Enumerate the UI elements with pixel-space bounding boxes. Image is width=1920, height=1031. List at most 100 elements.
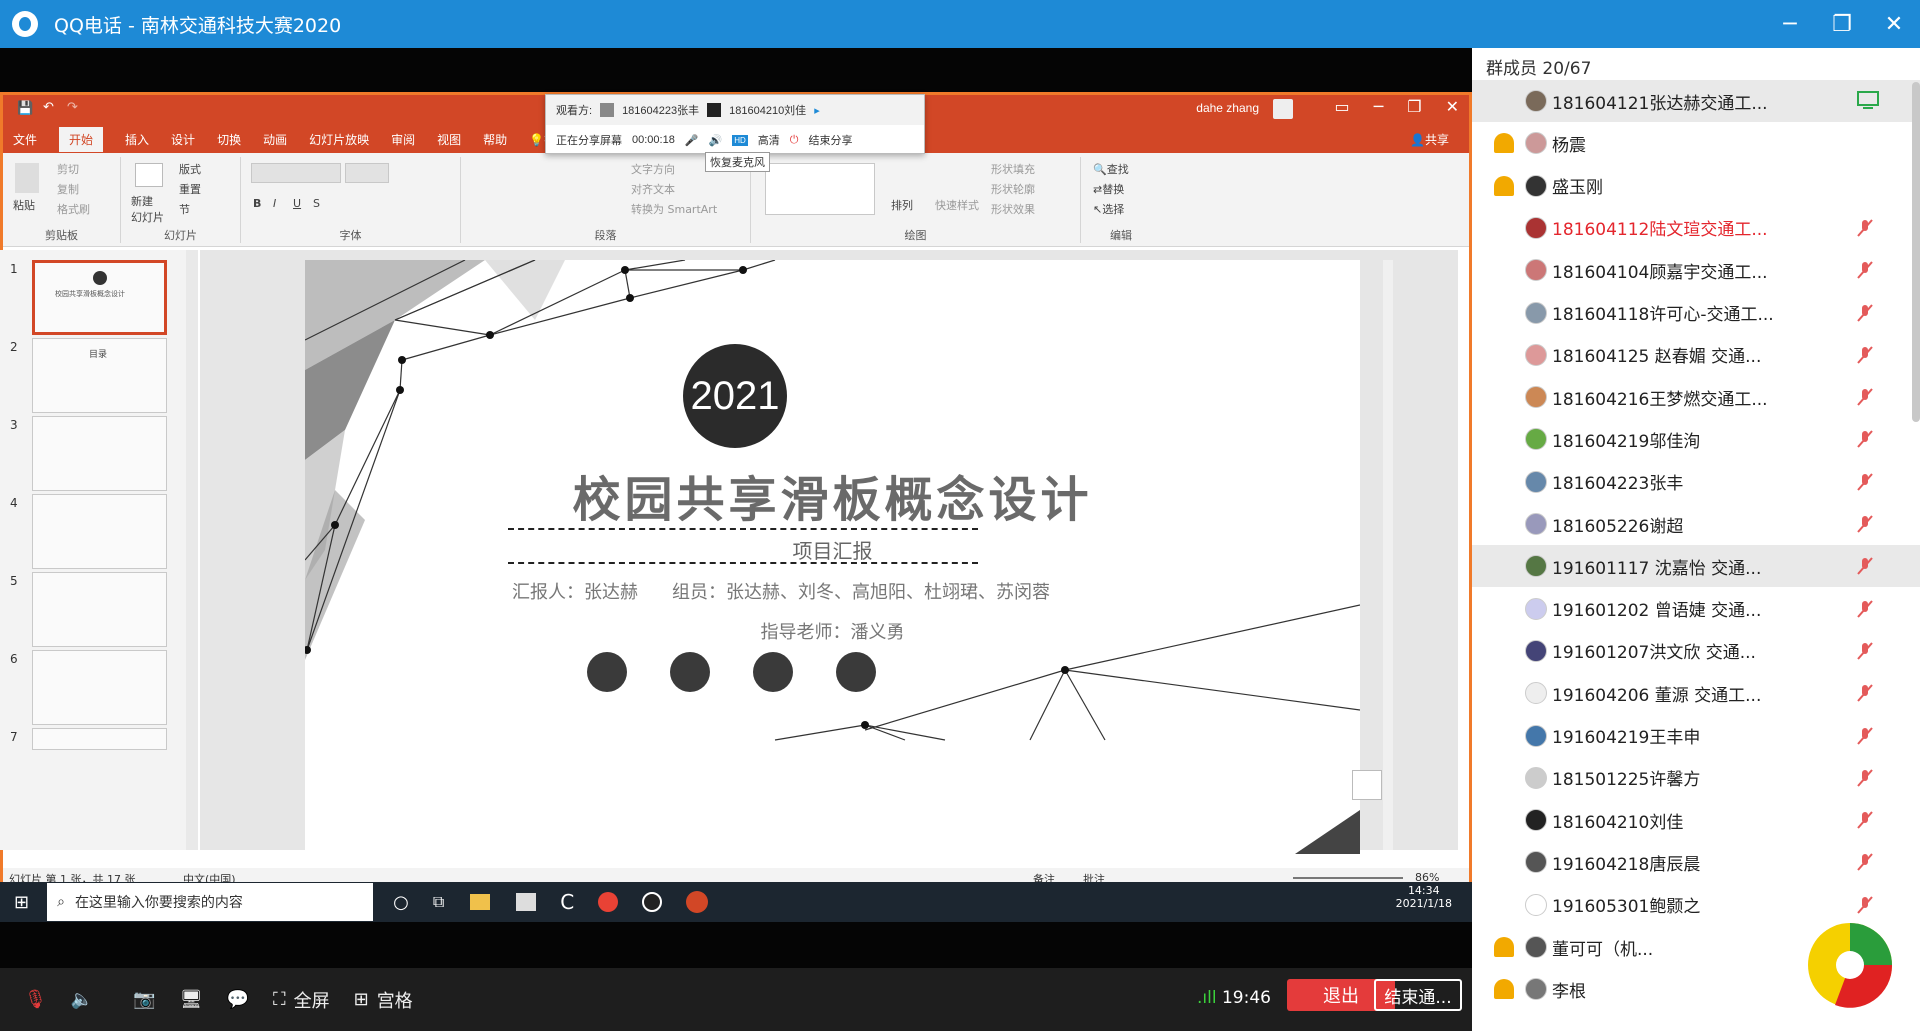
- member-row[interactable]: 191601117 沈嘉怡 交通...: [1472, 545, 1920, 588]
- shape-effect-button[interactable]: 形状效果: [991, 201, 1035, 217]
- undo-icon[interactable]: ↶: [43, 100, 54, 115]
- slide-thumbnail-1[interactable]: 校园共享滑板概念设计: [32, 260, 167, 335]
- hd-icon[interactable]: HD: [732, 134, 748, 146]
- save-icon[interactable]: 💾: [17, 101, 33, 116]
- bold-icon[interactable]: B: [253, 197, 261, 210]
- member-row[interactable]: 181604216王梦燃交通工...: [1472, 376, 1920, 418]
- member-row[interactable]: 杨震: [1472, 122, 1920, 164]
- slide-thumbnail-4[interactable]: [32, 494, 167, 569]
- slide-thumbnail-2[interactable]: 目录: [32, 338, 167, 413]
- quick-style-button[interactable]: 快速样式: [935, 197, 979, 213]
- member-row[interactable]: 181604210刘佳: [1472, 799, 1920, 841]
- align-text-button[interactable]: 对齐文本: [631, 181, 675, 197]
- slide-thumbnail-7[interactable]: [32, 728, 167, 750]
- end-share-button[interactable]: 结束分享: [809, 132, 853, 148]
- fullscreen-button[interactable]: ⛶ 全屏: [273, 987, 330, 1013]
- taskbar-search-input[interactable]: ⌕ 在这里输入你要搜索的内容: [47, 883, 374, 921]
- slide-thumbnail-5[interactable]: [32, 572, 167, 647]
- tab-design[interactable]: 设计: [171, 131, 195, 148]
- restore-button[interactable]: ❐: [1816, 0, 1868, 48]
- tab-home[interactable]: 开始: [59, 126, 104, 152]
- share-button[interactable]: 👤共享: [1410, 131, 1449, 148]
- member-row[interactable]: 181604125 赵春媚 交通...: [1472, 334, 1920, 376]
- member-row[interactable]: 181604104顾嘉宇交通工...: [1472, 249, 1920, 291]
- slide-1[interactable]: 2021 校园共享滑板概念设计 项目汇报 汇报人：张达赫 组员：张达赫、刘冬、高…: [305, 260, 1360, 854]
- font-size-select[interactable]: [345, 163, 389, 183]
- smartart-button[interactable]: 转换为 SmartArt: [631, 201, 717, 217]
- speaker-button[interactable]: 🔈: [71, 989, 93, 1010]
- italic-icon[interactable]: I: [273, 197, 276, 210]
- copy-button[interactable]: 复制: [57, 181, 79, 197]
- slide-thumbnail-3[interactable]: [32, 416, 167, 491]
- task-view-icon[interactable]: ⧉: [433, 892, 444, 912]
- minimize-button[interactable]: ─: [1764, 0, 1816, 48]
- store-icon[interactable]: [516, 893, 537, 911]
- ribbon-display-icon[interactable]: ▭: [1334, 97, 1349, 116]
- paste-icon[interactable]: [15, 163, 39, 193]
- mic-muted-button[interactable]: 🎙: [24, 989, 47, 1010]
- format-painter-button[interactable]: 格式刷: [57, 201, 90, 217]
- member-row[interactable]: 181604223张丰: [1472, 461, 1920, 503]
- member-row[interactable]: 191601202 曾语婕 交通...: [1472, 588, 1920, 630]
- tab-file[interactable]: 文件: [13, 131, 37, 148]
- bookmark-icon[interactable]: [1352, 770, 1382, 800]
- member-list-scrollbar[interactable]: [1912, 82, 1920, 422]
- powerpoint-taskbar-icon[interactable]: [686, 891, 709, 913]
- member-row[interactable]: 181604118许可心-交通工...: [1472, 292, 1920, 334]
- windows-start-icon[interactable]: ⊞: [14, 892, 29, 913]
- screen-share-button[interactable]: 🖥: [180, 989, 203, 1010]
- tab-animations[interactable]: 动画: [263, 131, 287, 148]
- avatar[interactable]: [1273, 99, 1293, 119]
- member-row[interactable]: 191604219王丰申: [1472, 715, 1920, 757]
- shadow-icon[interactable]: S: [313, 197, 320, 210]
- chrome-icon[interactable]: [598, 892, 619, 912]
- new-slide-icon[interactable]: [135, 163, 163, 187]
- end-call-button[interactable]: 结束通...: [1374, 979, 1462, 1011]
- ppt-restore-button[interactable]: ❐: [1407, 97, 1421, 116]
- member-row[interactable]: 191604206 董源 交通工...: [1472, 672, 1920, 714]
- shape-outline-button[interactable]: 形状轮廓: [991, 181, 1035, 197]
- member-row[interactable]: 181604112陆文瑄交通工...: [1472, 207, 1920, 249]
- tab-help[interactable]: 帮助: [483, 131, 507, 148]
- expand-arrow-icon[interactable]: ▸: [814, 104, 820, 117]
- replace-button[interactable]: ⇄替换: [1093, 181, 1124, 197]
- grid-view-button[interactable]: ⊞ 宫格: [354, 987, 413, 1013]
- member-row[interactable]: 181604219邬佳洵: [1472, 418, 1920, 460]
- app-c-icon[interactable]: C: [560, 890, 574, 914]
- select-button[interactable]: ↖选择: [1093, 201, 1124, 217]
- tab-slideshow[interactable]: 幻灯片放映: [309, 131, 369, 148]
- redo-icon[interactable]: ↷: [67, 100, 78, 115]
- arrange-button[interactable]: 排列: [891, 197, 913, 213]
- qq-taskbar-icon[interactable]: [642, 892, 663, 912]
- reset-button[interactable]: 重置: [179, 181, 201, 197]
- tab-review[interactable]: 审阅: [391, 131, 415, 148]
- camera-off-button[interactable]: 📷: [133, 989, 155, 1010]
- slide-thumbnail-6[interactable]: [32, 650, 167, 725]
- tab-insert[interactable]: 插入: [125, 131, 149, 148]
- member-row[interactable]: 181604121张达赫交通工...: [1472, 80, 1920, 122]
- ppt-close-button[interactable]: ✕: [1446, 97, 1459, 116]
- power-icon[interactable]: ⏻: [790, 134, 799, 147]
- font-name-select[interactable]: [251, 163, 341, 183]
- canvas-scrollbar[interactable]: [1383, 260, 1393, 850]
- zoom-slider[interactable]: [1293, 877, 1403, 879]
- section-button[interactable]: 节: [179, 201, 190, 217]
- member-row[interactable]: 盛玉刚: [1472, 165, 1920, 207]
- close-button[interactable]: ✕: [1868, 0, 1920, 48]
- shapes-gallery[interactable]: [765, 163, 875, 215]
- find-button[interactable]: 🔍查找: [1093, 161, 1129, 177]
- file-explorer-icon[interactable]: [470, 894, 491, 910]
- underline-icon[interactable]: U: [293, 197, 301, 210]
- tab-view[interactable]: 视图: [437, 131, 461, 148]
- taskbar-clock[interactable]: 14:34 2021/1/18: [1396, 884, 1452, 910]
- tab-transitions[interactable]: 切换: [217, 131, 241, 148]
- cut-button[interactable]: 剪切: [57, 161, 79, 177]
- speaker-icon[interactable]: 🔊: [709, 134, 723, 147]
- mic-muted-icon[interactable]: 🎤: [685, 134, 699, 147]
- paste-button[interactable]: 粘贴: [13, 197, 35, 213]
- member-row[interactable]: 181605226谢超: [1472, 503, 1920, 545]
- text-direction-button[interactable]: 文字方向: [631, 161, 675, 177]
- cortana-icon[interactable]: ○: [393, 892, 409, 913]
- member-row[interactable]: 191601207洪文欣 交通...: [1472, 630, 1920, 672]
- member-row[interactable]: 181501225许馨方: [1472, 757, 1920, 799]
